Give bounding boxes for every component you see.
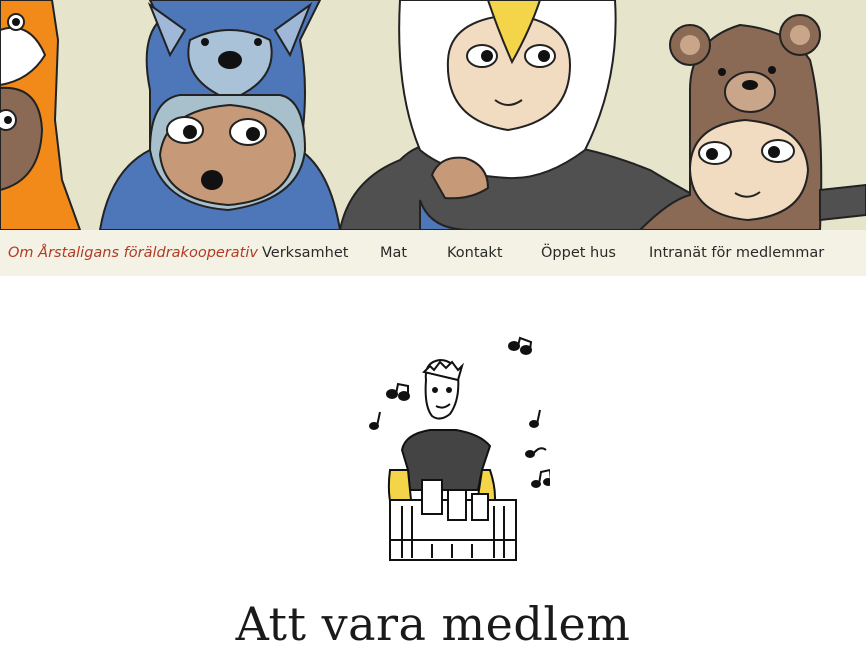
- nav-item-mat[interactable]: Mat: [380, 230, 407, 276]
- nav-item-intranat[interactable]: Intranät för medlemmar: [649, 230, 824, 276]
- nav-item-oppet-hus[interactable]: Öppet hus: [541, 230, 616, 276]
- dishwashing-drawing: [369, 336, 553, 561]
- wolf-costume-child: [98, 0, 342, 230]
- page-title: Att vara medlem: [235, 597, 631, 651]
- fox-costume-child: [0, 0, 82, 230]
- nav-item-kontakt[interactable]: Kontakt: [447, 230, 503, 276]
- banner-illustration: [0, 0, 866, 230]
- dishwashing-illustration: [350, 330, 553, 570]
- nav-item-verksamhet[interactable]: Verksamhet: [262, 230, 348, 276]
- main-navigation: Om Årstaligans föräldrakooperativ Verksa…: [0, 230, 866, 276]
- header-banner: [0, 0, 866, 230]
- nav-home-link[interactable]: Om Årstaligans föräldrakooperativ: [8, 230, 258, 276]
